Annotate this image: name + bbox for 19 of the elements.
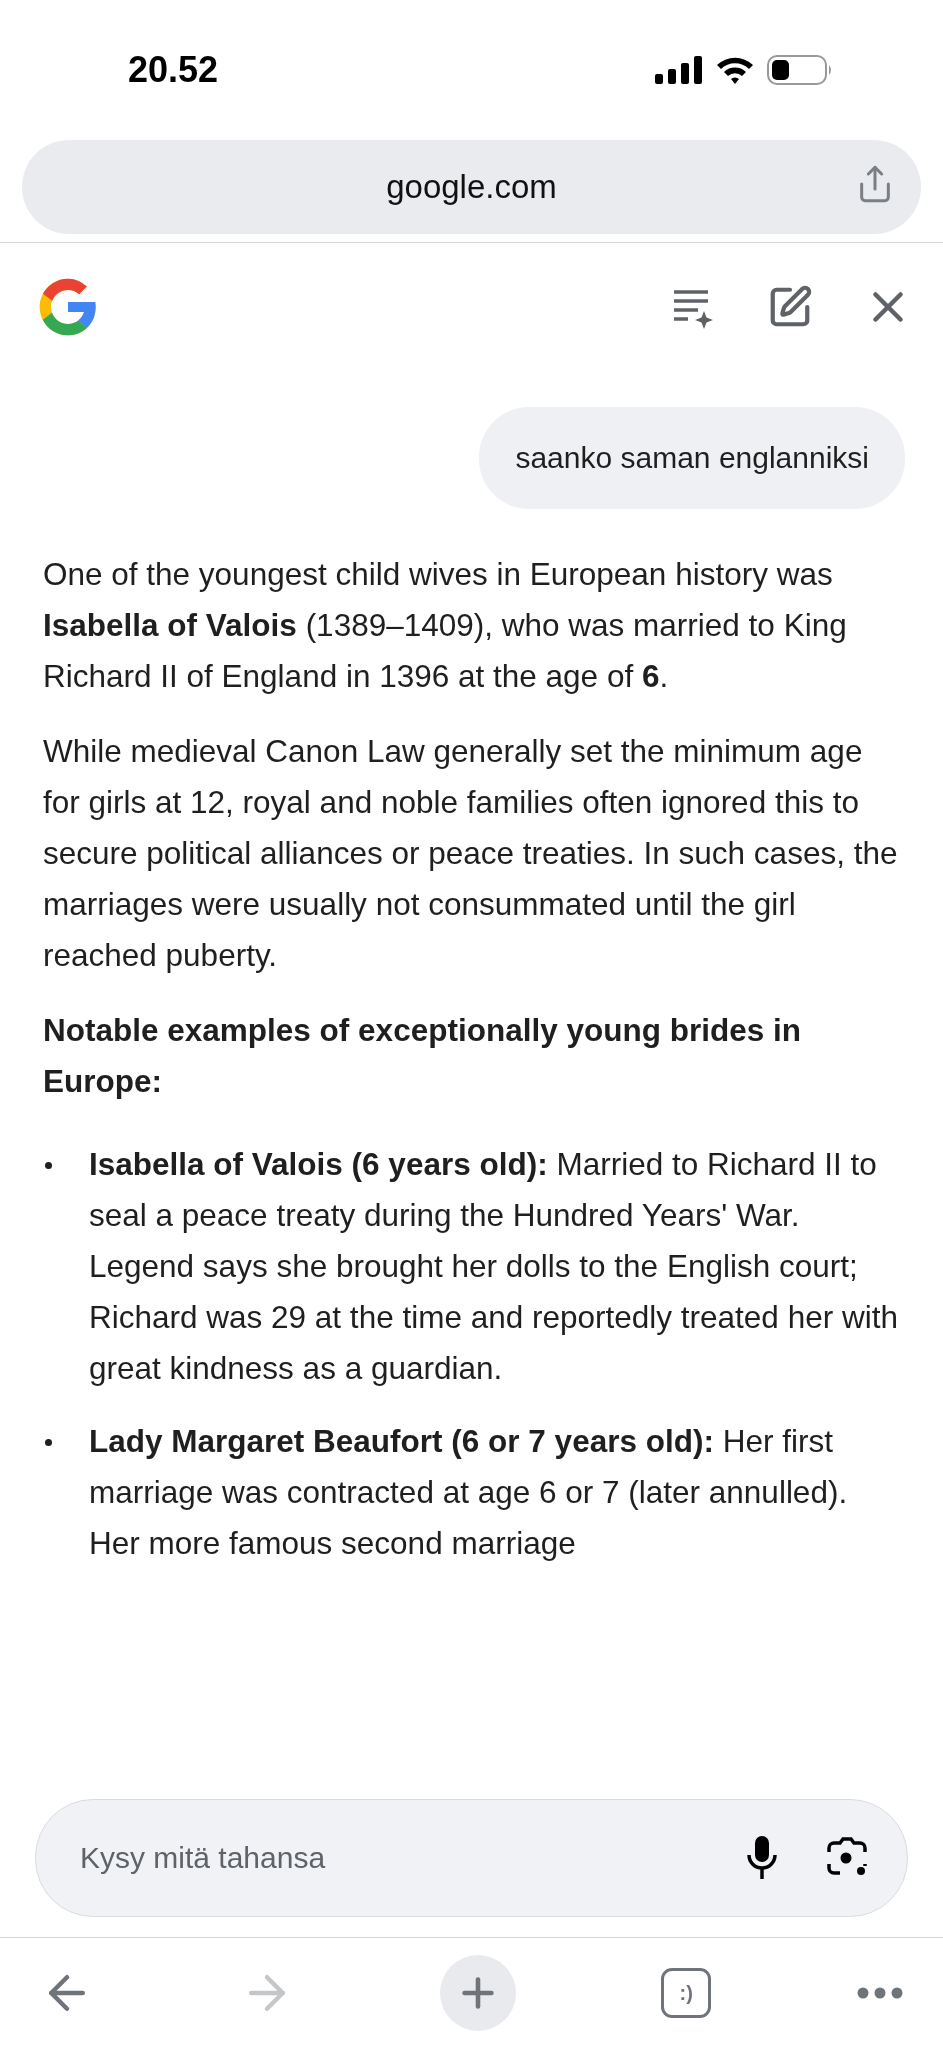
bullet-text: Lady Margaret Beaufort (6 or 7 years old): Her first marriage was contracted at age 6 or 7 (later annulled). Her more famous second marriage: [89, 1422, 849, 1563]
bullet-text: Isabella of Valois (6 years old): Married to Richard II to seal a peace treaty during the Hundred Years' War. Legend says she brought her dolls to the English court; Richard was 29 at the time and reportedly treated her with great kindness as a guardian.: [89, 1145, 899, 1388]
signal-icon: [655, 56, 703, 84]
tabs-button[interactable]: :): [661, 1968, 712, 2018]
microphone-icon: [747, 1835, 777, 1881]
microphone-button[interactable]: [747, 1835, 777, 1881]
more-button[interactable]: [857, 1987, 903, 1999]
answer-paragraph: While medieval Canon Law generally set the minimum age for girls at 12, royal and noble families often ignored this to secure political alliances or peace treaties. In such cases, the marriages were usually not consummated until the girl reached puberty.: [43, 732, 899, 975]
bullet-icon: [45, 1439, 52, 1446]
battery-icon: [767, 55, 833, 85]
user-message: saanko saman englanniksi: [479, 407, 905, 509]
bullet-icon: [45, 1162, 52, 1169]
ask-field[interactable]: Kysy mitä tahansa: [78, 1840, 699, 1876]
wifi-icon: [715, 55, 755, 85]
more-icon: [857, 1987, 903, 1999]
answer-paragraph: One of the youngest child wives in European history was Isabella of Valois (1389–1409), who was married to King Richard II of England in 1396 at the age of 6.: [43, 555, 848, 696]
address-bar[interactable]: google.com: [22, 140, 921, 234]
clock: 20.52: [128, 49, 219, 91]
answer-heading: Notable examples of exceptionally young brides in Europe:: [43, 1011, 802, 1101]
